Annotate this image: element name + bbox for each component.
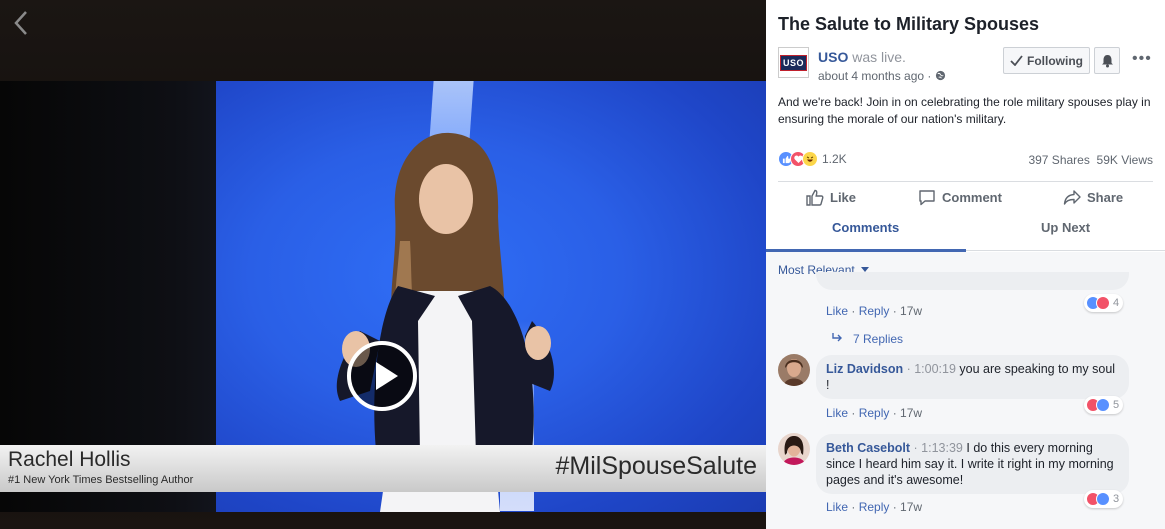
post-title: The Salute to Military Spouses — [778, 14, 1040, 34]
comment-reply-link[interactable]: Reply — [859, 304, 890, 318]
post-sidebar: The Salute to Military Spouses USO USO w… — [766, 0, 1165, 529]
comment-author[interactable]: Beth Casebolt — [826, 441, 910, 455]
checkmark-icon — [1010, 55, 1023, 66]
more-options-button[interactable]: ••• — [1132, 50, 1152, 68]
haha-reaction-icon — [802, 151, 818, 167]
comment-reaction-count: 3 — [1113, 493, 1120, 505]
shares-count[interactable]: 397 Shares — [1028, 153, 1089, 167]
comment-button[interactable]: Comment — [918, 189, 1002, 206]
comment-timestamp-value[interactable]: 1:00:19 — [914, 362, 956, 376]
play-button[interactable] — [347, 341, 417, 411]
reply-arrow-icon — [832, 333, 842, 342]
like-reaction-icon — [1096, 398, 1110, 412]
reaction-count: 1.2K — [822, 152, 847, 166]
post-time-text[interactable]: about 4 months ago · — [818, 69, 935, 83]
comment-reactions[interactable]: 5 — [1084, 396, 1124, 414]
comment-like-link[interactable]: Like — [826, 406, 848, 420]
following-button[interactable]: Following — [1003, 47, 1090, 74]
comment-reactions[interactable]: 4 — [1084, 294, 1124, 312]
globe-icon — [935, 70, 945, 81]
comment-time: 17w — [900, 500, 923, 514]
share-label: Share — [1087, 190, 1124, 205]
following-label: Following — [1027, 53, 1083, 68]
comment-label: Comment — [942, 190, 1002, 205]
post-text: And we're back! Join in on celebrating t… — [778, 95, 1151, 126]
views-count: 59K Views — [1096, 153, 1153, 167]
author-suffix: was live. — [848, 49, 906, 65]
speaker-name: Rachel Hollis — [8, 448, 131, 471]
comment-time: 17w — [900, 304, 923, 318]
avatar[interactable] — [778, 433, 810, 465]
like-label: Like — [830, 190, 857, 205]
comment-reply-link[interactable]: Reply — [859, 406, 890, 420]
love-reaction-icon — [1096, 296, 1110, 310]
video-player[interactable]: Rachel Hollis #1 New York Times Bestsell… — [0, 0, 766, 529]
divider — [778, 181, 1153, 182]
thumbs-up-icon — [806, 189, 824, 206]
comments-list[interactable]: Most Relevant Like · Reply · 17w 4 7 Rep… — [766, 252, 1165, 529]
author-link[interactable]: USO — [818, 49, 848, 65]
comment-timestamp[interactable]: · 1:13:39 — [914, 441, 963, 455]
comment-reaction-count: 4 — [1113, 297, 1120, 309]
share-button[interactable]: Share — [1063, 189, 1123, 206]
post-time[interactable]: about 4 months ago · — [818, 69, 946, 83]
avatar[interactable] — [778, 354, 810, 386]
speaker-title: #1 New York Times Bestselling Author — [8, 474, 194, 486]
uso-logo-text: USO — [779, 54, 807, 71]
comment-actions: Like · Reply · 17w — [826, 304, 923, 318]
like-reaction-icon — [1096, 492, 1110, 506]
like-button[interactable]: Like — [806, 189, 856, 206]
comment-author[interactable]: Liz Davidson — [826, 362, 903, 376]
share-arrow-icon — [1063, 190, 1081, 205]
comment-reactions[interactable]: 3 — [1084, 490, 1124, 508]
uso-logo[interactable]: USO — [778, 47, 809, 78]
comment-reaction-count: 5 — [1113, 399, 1120, 411]
view-replies-link[interactable]: 7 Replies — [832, 332, 903, 346]
shares-views: 397 Shares 59K Views — [1028, 153, 1153, 167]
comment-timestamp[interactable]: · 1:00:19 — [907, 362, 956, 376]
notifications-button[interactable] — [1094, 47, 1120, 74]
comment-time: 17w — [900, 406, 923, 420]
back-arrow-icon[interactable] — [8, 8, 32, 38]
comment-reply-link[interactable]: Reply — [859, 500, 890, 514]
comment-like-link[interactable]: Like — [826, 304, 848, 318]
tab-up-next[interactable]: Up Next — [1041, 220, 1090, 235]
comment-like-link[interactable]: Like — [826, 500, 848, 514]
tab-comments[interactable]: Comments — [832, 220, 899, 235]
comment-timestamp-value[interactable]: 1:13:39 — [921, 441, 963, 455]
comment-bubble: Liz Davidson · 1:00:19 you are speaking … — [816, 355, 1129, 399]
hashtag: #MilSpouseSalute — [555, 452, 757, 480]
comment-bubble-partial — [816, 272, 1129, 290]
bell-icon — [1101, 54, 1113, 67]
comment-icon — [919, 190, 935, 206]
comment-actions: Like · Reply · 17w — [826, 406, 923, 420]
replies-count: 7 Replies — [853, 332, 904, 346]
author-line: USO was live. — [818, 49, 906, 65]
comment-bubble: Beth Casebolt · 1:13:39 I do this every … — [816, 434, 1129, 494]
reactions-summary[interactable]: 1.2K — [778, 151, 847, 167]
divider — [966, 250, 1165, 251]
comment-actions: Like · Reply · 17w — [826, 500, 923, 514]
